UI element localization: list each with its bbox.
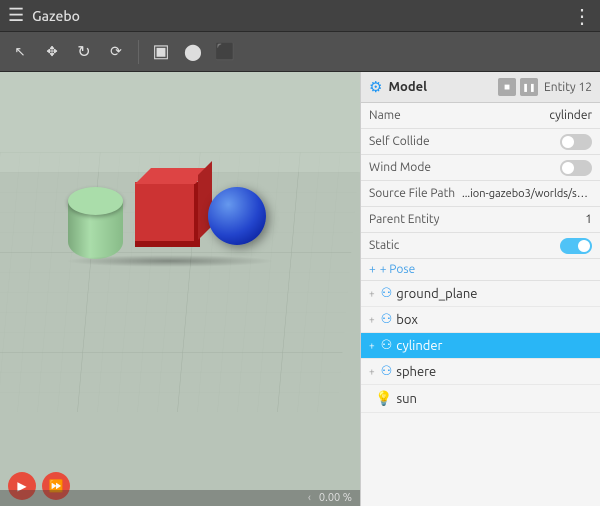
cylinder-object (68, 187, 123, 255)
cylinder-label: cylinder (396, 339, 442, 353)
toolbar-separator (138, 40, 139, 64)
model-header: ⚙ Model ■ ❚❚ Entity 12 (361, 72, 600, 103)
cursor-tool-button[interactable]: ↖ (6, 38, 34, 66)
stop-button[interactable]: ■ (498, 78, 516, 96)
static-toggle[interactable] (560, 238, 592, 254)
self-collide-toggle[interactable] (560, 134, 592, 150)
properties-panel: Name cylinder Self Collide Wind Mode Sou… (361, 103, 600, 281)
prop-windmode-row: Wind Mode (361, 155, 600, 181)
sphere-icon: ⚇ (381, 364, 393, 379)
header-buttons: ■ ❚❚ (498, 78, 538, 96)
entity-item-ground-plane[interactable]: + ⚇ ground_plane (361, 281, 600, 307)
main-layout: ▶ ⏩ ‹ 0.00 % ⚙ Model ■ ❚❚ Entity 12 Name (0, 72, 600, 506)
model-icon: ⚙ (369, 78, 382, 96)
sun-label: sun (396, 392, 417, 406)
prop-name-row: Name cylinder (361, 103, 600, 129)
move-tool-button[interactable]: ✥ (38, 38, 66, 66)
prop-selfcollide-row: Self Collide (361, 129, 600, 155)
prop-filepath-label: Source File Path (369, 187, 462, 200)
prop-name-label: Name (369, 109, 549, 122)
wind-mode-knob (562, 162, 574, 174)
ground-plane-icon: ⚇ (381, 286, 393, 301)
arrow-left-icon: ‹ (308, 492, 311, 504)
sphere-object (208, 187, 266, 245)
expand-box-icon: + (369, 314, 375, 325)
toolbar: ↖ ✥ ↻ ⟳ ▣ ⬤ ⬛ (0, 32, 600, 72)
rotate-tool-button[interactable]: ↻ (70, 38, 98, 66)
app-title: Gazebo (32, 8, 564, 24)
add-box-button[interactable]: ▣ (147, 38, 175, 66)
prop-parent-row: Parent Entity 1 (361, 207, 600, 233)
prop-static-label: Static (369, 239, 560, 252)
entity-list: + ⚇ ground_plane + ⚇ box + ⚇ cylinder + … (361, 281, 600, 506)
wind-mode-toggle[interactable] (560, 160, 592, 176)
topbar: ☰ Gazebo ⋮ (0, 0, 600, 32)
ground-plane-label: ground_plane (396, 287, 477, 301)
entity-item-sphere[interactable]: + ⚇ sphere (361, 359, 600, 385)
box-label: box (396, 313, 418, 327)
grid-background (0, 72, 360, 506)
entity-item-sun[interactable]: 💡 sun (361, 385, 600, 413)
entity-label: Entity 12 (544, 81, 592, 94)
prop-selfcollide-label: Self Collide (369, 135, 560, 148)
entity-item-cylinder[interactable]: + ⚇ cylinder (361, 333, 600, 359)
add-cylinder-button[interactable]: ⬛ (211, 38, 239, 66)
prop-static-row: Static (361, 233, 600, 259)
add-sphere-button[interactable]: ⬤ (179, 38, 207, 66)
pose-row[interactable]: + + Pose (361, 259, 600, 281)
expand-ground-plane-icon: + (369, 288, 375, 299)
object-shadows (65, 255, 275, 267)
static-knob (578, 240, 590, 252)
expand-cylinder-icon: + (369, 340, 375, 351)
viewport-bottom-bar: ‹ 0.00 % (0, 490, 360, 506)
sun-icon: 💡 (375, 390, 392, 407)
scale-tool-button[interactable]: ⟳ (102, 38, 130, 66)
pause-button[interactable]: ❚❚ (520, 78, 538, 96)
3d-viewport[interactable]: ▶ ⏩ ‹ 0.00 % (0, 72, 360, 506)
prop-windmode-label: Wind Mode (369, 161, 560, 174)
sphere-label: sphere (396, 365, 436, 379)
box-object (135, 182, 200, 247)
dots-icon[interactable]: ⋮ (572, 4, 592, 28)
right-panel: ⚙ Model ■ ❚❚ Entity 12 Name cylinder Sel… (360, 72, 600, 506)
prop-filepath-row: Source File Path ...ion-gazebo3/worlds/s… (361, 181, 600, 207)
pose-expand-icon: + (369, 263, 376, 276)
prop-parent-value: 1 (585, 213, 592, 226)
box-icon: ⚇ (381, 312, 393, 327)
prop-name-value: cylinder (549, 109, 592, 122)
menu-icon[interactable]: ☰ (8, 5, 24, 26)
prop-parent-label: Parent Entity (369, 213, 585, 226)
prop-filepath-value: ...ion-gazebo3/worlds/shapes.sdf (462, 188, 592, 200)
cylinder-icon: ⚇ (381, 338, 393, 353)
self-collide-knob (562, 136, 574, 148)
pose-label: + Pose (380, 263, 415, 276)
entity-item-box[interactable]: + ⚇ box (361, 307, 600, 333)
model-label: Model (388, 80, 492, 94)
zoom-percentage: 0.00 % (319, 492, 352, 504)
expand-sphere-icon: + (369, 366, 375, 377)
